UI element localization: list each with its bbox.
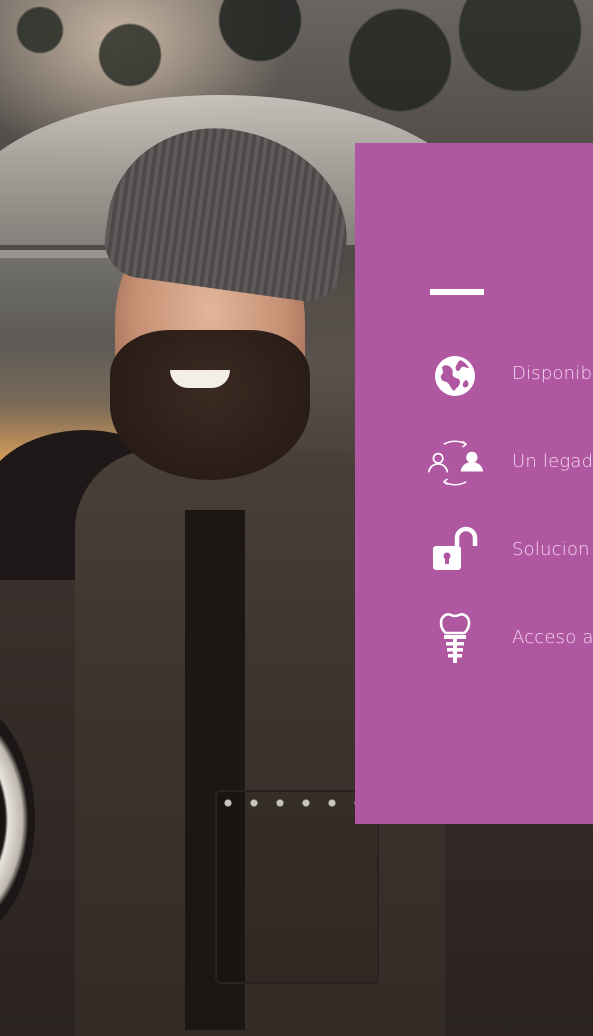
open-lock-icon [425, 521, 485, 581]
globe-icon [425, 345, 485, 405]
person-smile [170, 370, 230, 388]
feature-item-access: Acceso a [355, 609, 593, 669]
feature-item-availability: Disponib [355, 345, 593, 405]
pocket-studs [215, 798, 375, 808]
feature-label: Disponib [512, 363, 593, 384]
card-accent-bar [430, 289, 484, 295]
feature-item-solutions: Solucion [355, 521, 593, 581]
feature-label: Acceso a [512, 627, 593, 648]
person-beanie [100, 114, 360, 306]
people-cycle-icon [425, 433, 485, 493]
feature-label: Un legad [512, 451, 593, 472]
feature-label: Solucion [512, 539, 590, 560]
feature-card: Disponib Un legad Solucion Acceso a [355, 143, 593, 824]
person-beard [110, 330, 310, 480]
feature-item-legacy: Un legad [355, 433, 593, 493]
dental-implant-icon [425, 609, 485, 669]
